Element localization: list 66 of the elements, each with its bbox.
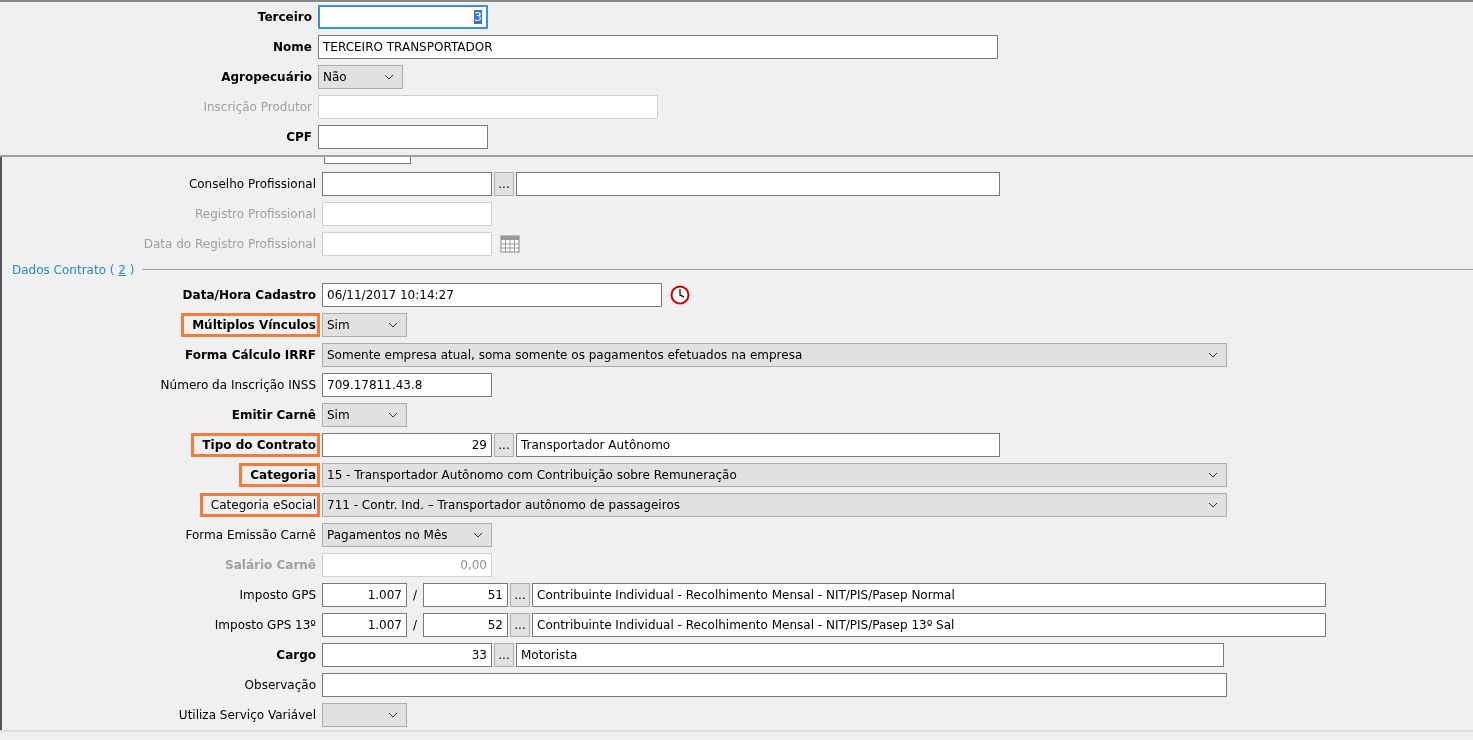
dropdown[interactable]: Sim — [322, 313, 407, 337]
input-field[interactable]: 1.007 — [322, 583, 407, 607]
browse-button[interactable]: ... — [494, 643, 514, 667]
field-label: Forma Cálculo IRRF — [184, 347, 317, 364]
input-field[interactable] — [322, 172, 492, 196]
input-field[interactable] — [516, 172, 1000, 196]
dropdown[interactable]: 711 - Contr. Ind. – Transportador autônomo de passageiros — [322, 493, 1227, 517]
input-field[interactable]: 52 — [423, 613, 508, 637]
chevron-down-icon — [1208, 352, 1218, 358]
field-label: Utiliza Serviço Variável — [177, 707, 317, 724]
field-label: Categoria eSocial — [199, 493, 320, 517]
chevron-down-icon — [473, 532, 483, 538]
clock-icon[interactable] — [670, 285, 690, 305]
chevron-down-icon — [384, 74, 394, 80]
field-label: Registro Profissional — [194, 206, 317, 223]
input-field[interactable]: Motorista — [516, 643, 1224, 667]
input-field[interactable]: 33 — [322, 643, 492, 667]
field-label: Terceiro — [256, 9, 313, 26]
field-label: Data/Hora Cadastro — [181, 287, 317, 304]
input-field[interactable]: TERCEIRO TRANSPORTADOR — [318, 35, 998, 59]
calendar-icon[interactable] — [500, 235, 520, 253]
chevron-down-icon — [388, 712, 398, 718]
browse-button[interactable]: ... — [494, 433, 514, 457]
input-field[interactable]: Transportador Autônomo — [516, 433, 1000, 457]
chevron-down-icon — [388, 412, 398, 418]
dropdown[interactable]: Sim — [322, 403, 407, 427]
input-field[interactable] — [322, 673, 1227, 697]
input-field[interactable] — [318, 125, 488, 149]
field-label: Cargo — [275, 647, 317, 664]
field-label: Agropecuário — [220, 69, 313, 86]
field-label: Múltiplos Vínculos — [181, 313, 320, 337]
chevron-down-icon — [1208, 502, 1218, 508]
field-label: Observação — [243, 677, 317, 694]
field-label: Conselho Profissional — [187, 176, 317, 193]
input-field[interactable]: Contribuinte Individual - Recolhimento Mensal - NIT/PIS/Pasep 13º Sal — [532, 613, 1326, 637]
dropdown[interactable]: 15 - Transportador Autônomo com Contribuição sobre Remuneração — [322, 463, 1227, 487]
input-field[interactable]: 51 — [423, 583, 508, 607]
field-label: Categoria — [239, 463, 320, 487]
input-field[interactable] — [324, 157, 411, 164]
input-field[interactable]: 709.17811.43.8 — [322, 373, 492, 397]
input-field[interactable]: Contribuinte Individual - Recolhimento Mensal - NIT/PIS/Pasep Normal — [532, 583, 1326, 607]
dropdown[interactable]: Pagamentos no Mês — [322, 523, 492, 547]
separator-text: / — [411, 588, 418, 602]
field-label: Nome — [272, 39, 313, 56]
browse-button[interactable]: ... — [494, 172, 514, 196]
input-field[interactable]: 06/11/2017 10:14:27 — [322, 283, 662, 307]
input-field[interactable]: 29 — [322, 433, 492, 457]
field-label: Tipo do Contrato — [191, 433, 320, 457]
field-label: Imposto GPS 13º — [213, 617, 317, 634]
chevron-down-icon — [388, 322, 398, 328]
field-label: Número da Inscrição INSS — [159, 377, 317, 394]
field-label: CPF — [285, 129, 313, 146]
field-label: Imposto GPS — [238, 587, 317, 604]
field-label: Inscrição Produtor — [202, 99, 313, 116]
input-field[interactable]: 1.007 — [322, 613, 407, 637]
dropdown[interactable]: Não — [318, 65, 403, 89]
input-field[interactable]: 3 — [318, 5, 488, 29]
field-label: Forma Emissão Carnê — [184, 527, 317, 544]
field-label: Salário Carnê — [224, 557, 317, 574]
browse-button[interactable]: ... — [510, 613, 530, 637]
dropdown[interactable]: Somente empresa atual, soma somente os pagamentos efetuados na empresa — [322, 343, 1227, 367]
separator-text: / — [411, 618, 418, 632]
field-label: Data do Registro Profissional — [142, 236, 317, 253]
browse-button[interactable]: ... — [510, 583, 530, 607]
chevron-down-icon — [1208, 472, 1218, 478]
field-label: Emitir Carnê — [230, 407, 317, 424]
